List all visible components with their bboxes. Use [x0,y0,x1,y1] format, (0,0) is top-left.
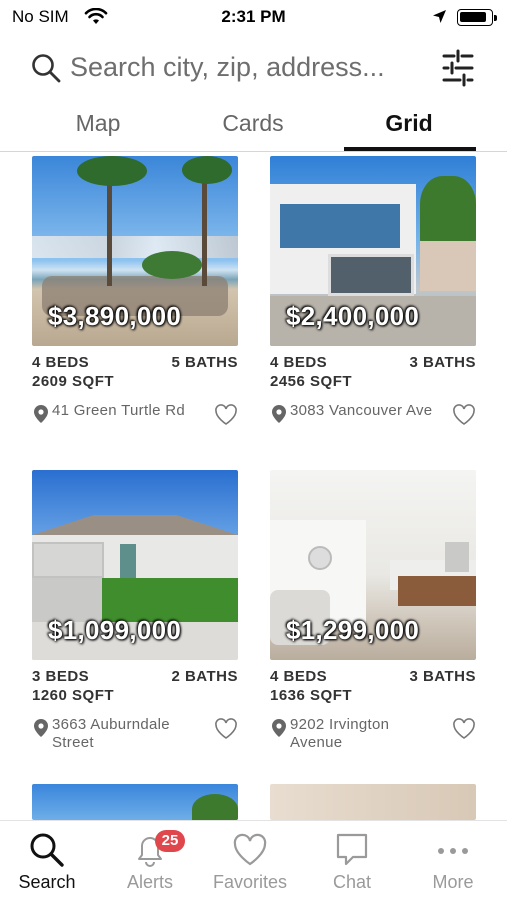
listing-details: 4 BEDS 3 BATHS 1636 SQFT [270,668,476,712]
map-pin-icon [272,405,286,428]
filter-sliders-icon[interactable] [440,48,476,93]
nav-search[interactable]: Search [0,821,97,900]
beds-count: 4 BEDS [32,354,90,371]
listing-details: 4 BEDS 5 BATHS 2609 SQFT [32,354,238,398]
search-input[interactable]: Search city, zip, address... [70,52,385,83]
nav-chat-label: Chat [332,872,372,892]
baths-count: 3 BATHS [409,668,476,685]
chat-bubble-icon [302,831,402,869]
address-row: 41 Green Turtle Rd [32,402,238,442]
address-row: 3663 Auburndale Street [32,716,238,756]
listing-card[interactable]: $3,890,000 4 BEDS 5 BATHS 2609 SQFT 41 G… [32,156,238,442]
square-footage: 1636 SQFT [270,687,353,704]
search-icon [0,831,97,869]
listing-details: 3 BEDS 2 BATHS 1260 SQFT [32,668,238,712]
favorite-heart-icon[interactable] [452,404,476,431]
nav-alerts[interactable]: 25 Alerts [100,821,200,900]
baths-count: 2 BATHS [171,668,238,685]
square-footage: 2609 SQFT [32,373,115,390]
view-tabs: Map Cards Grid [0,104,507,152]
alerts-badge: 25 [155,830,185,852]
listing-details: 4 BEDS 3 BATHS 2456 SQFT [270,354,476,398]
listing-price: $2,400,000 [286,301,420,331]
baths-count: 3 BATHS [409,354,476,371]
listing-address: 3083 Vancouver Ave [290,402,433,419]
search-bar[interactable]: Search city, zip, address... [0,40,507,98]
map-pin-icon [34,719,48,742]
nav-more-label: More [432,872,474,892]
nav-favorites-label: Favorites [212,872,288,892]
active-tab-indicator [344,147,476,151]
baths-count: 5 BATHS [171,354,238,371]
nav-alerts-label: Alerts [126,872,173,892]
tab-map[interactable]: Map [48,110,148,137]
listing-address: 9202 Irvington Avenue [290,716,390,751]
battery-icon [457,9,497,26]
address-row: 9202 Irvington Avenue [270,716,476,756]
listing-photo[interactable]: $2,400,000 [270,156,476,346]
tab-cards[interactable]: Cards [203,110,303,137]
location-arrow-icon [432,9,447,29]
map-pin-icon [272,719,286,742]
nav-chat[interactable]: Chat [302,821,402,900]
listing-price: $1,299,000 [286,615,420,645]
listing-address: 41 Green Turtle Rd [52,402,185,419]
listing-card[interactable]: $2,400,000 4 BEDS 3 BATHS 2456 SQFT 3083… [270,156,476,442]
status-bar: No SIM 2:31 PM [0,0,507,34]
favorite-heart-icon[interactable] [452,718,476,745]
clock: 2:31 PM [221,7,286,26]
square-footage: 1260 SQFT [32,687,115,704]
beds-count: 4 BEDS [270,668,328,685]
listing-price: $1,099,000 [48,615,182,645]
nav-search-label: Search [18,872,76,892]
favorite-heart-icon[interactable] [214,718,238,745]
beds-count: 4 BEDS [270,354,328,371]
map-pin-icon [34,405,48,428]
favorite-heart-icon[interactable] [214,404,238,431]
listing-photo[interactable] [270,784,476,820]
listing-photo[interactable] [32,784,238,820]
ellipsis-icon [403,831,503,869]
tab-grid[interactable]: Grid [359,110,459,137]
nav-favorites[interactable]: Favorites [200,821,300,900]
listing-card[interactable]: $1,099,000 3 BEDS 2 BATHS 1260 SQFT 3663… [32,470,238,756]
listing-card[interactable]: $1,299,000 4 BEDS 3 BATHS 1636 SQFT 9202… [270,470,476,756]
nav-more[interactable]: More [403,821,503,900]
search-icon [30,52,62,89]
square-footage: 2456 SQFT [270,373,353,390]
bell-icon [100,831,200,869]
listing-photo[interactable]: $3,890,000 [32,156,238,346]
listing-price: $3,890,000 [48,301,182,331]
listing-photo[interactable]: $1,099,000 [32,470,238,660]
heart-icon [200,831,300,869]
address-row: 3083 Vancouver Ave [270,402,476,442]
beds-count: 3 BEDS [32,668,90,685]
bottom-tab-bar: Search 25 Alerts Favorites Chat More [0,820,507,900]
listing-photo[interactable]: $1,299,000 [270,470,476,660]
listing-address: 3663 Auburndale Street [52,716,170,751]
